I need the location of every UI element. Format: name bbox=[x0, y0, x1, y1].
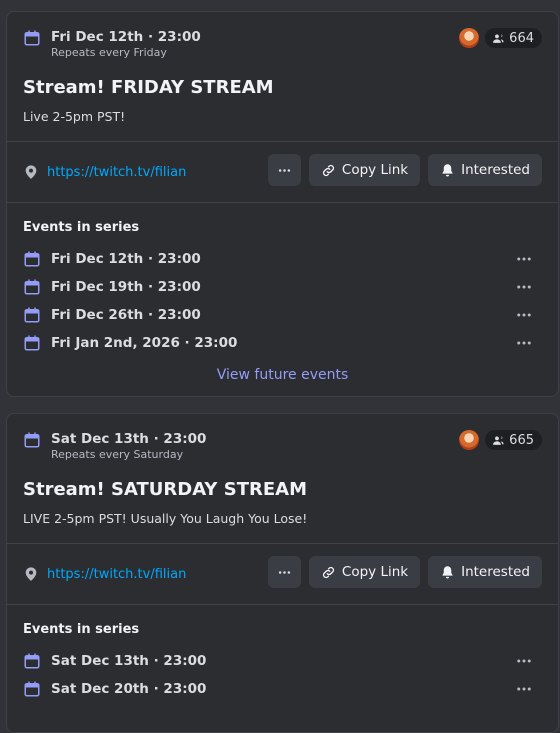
more-icon[interactable] bbox=[514, 306, 534, 324]
events-in-series: Events in series Sat Dec 13th · 23:00 Sa… bbox=[7, 605, 558, 703]
more-options-button[interactable] bbox=[267, 154, 301, 186]
series-event-date: Fri Dec 12th · 23:00 bbox=[51, 251, 201, 267]
more-options-button[interactable] bbox=[267, 556, 301, 588]
series-event-row[interactable]: Fri Dec 19th · 23:00 bbox=[23, 273, 542, 301]
more-icon[interactable] bbox=[514, 334, 534, 352]
copy-link-button[interactable]: Copy Link bbox=[308, 154, 421, 186]
people-icon bbox=[493, 435, 504, 445]
series-event-row[interactable]: Fri Jan 2nd, 2026 · 23:00 bbox=[23, 329, 542, 357]
series-title: Events in series bbox=[23, 220, 140, 235]
event-actions: https://twitch.tv/filian Copy Link Inter… bbox=[7, 544, 558, 604]
event-repeat: Repeats every Saturday bbox=[51, 448, 184, 461]
event-card-friday[interactable]: Fri Dec 12th · 23:00 Repeats every Frida… bbox=[6, 11, 559, 397]
more-icon[interactable] bbox=[514, 250, 534, 268]
interested-label: Interested bbox=[461, 564, 530, 580]
more-icon bbox=[278, 570, 291, 574]
copy-link-label: Copy Link bbox=[341, 162, 409, 178]
location-pin-icon bbox=[25, 165, 37, 179]
series-title: Events in series bbox=[23, 622, 140, 637]
more-icon[interactable] bbox=[514, 680, 534, 698]
event-title[interactable]: Stream! SATURDAY STREAM bbox=[23, 478, 542, 502]
series-event-date: Fri Dec 26th · 23:00 bbox=[51, 307, 201, 323]
series-event-row[interactable]: Fri Dec 12th · 23:00 bbox=[23, 245, 542, 273]
host-avatar[interactable] bbox=[459, 28, 480, 48]
interested-count: 665 bbox=[509, 432, 534, 448]
event-header: Fri Dec 12th · 23:00 Repeats every Frida… bbox=[7, 12, 558, 141]
calendar-icon bbox=[24, 30, 40, 46]
events-in-series: Events in series Fri Dec 12th · 23:00 Fr… bbox=[7, 203, 558, 385]
series-event-date: Fri Dec 19th · 23:00 bbox=[51, 279, 201, 295]
host-avatar[interactable] bbox=[459, 430, 480, 450]
interested-label: Interested bbox=[461, 162, 530, 178]
calendar-icon bbox=[24, 335, 40, 351]
series-event-row[interactable]: Fri Dec 26th · 23:00 bbox=[23, 301, 542, 329]
series-event-row[interactable]: Sat Dec 20th · 23:00 bbox=[23, 675, 542, 703]
series-event-date: Sat Dec 13th · 23:00 bbox=[51, 653, 207, 669]
event-description: Live 2-5pm PST! bbox=[23, 109, 126, 124]
event-title[interactable]: Stream! FRIDAY STREAM bbox=[23, 76, 542, 100]
calendar-icon bbox=[24, 681, 40, 697]
calendar-icon bbox=[24, 279, 40, 295]
interested-button[interactable]: Interested bbox=[428, 154, 542, 186]
interested-count: 664 bbox=[509, 30, 534, 46]
bell-icon bbox=[442, 163, 453, 176]
people-icon bbox=[493, 33, 504, 43]
interested-count-badge[interactable]: 664 bbox=[485, 28, 542, 48]
more-icon bbox=[278, 168, 291, 172]
interested-count-badge[interactable]: 665 bbox=[485, 430, 542, 450]
more-icon[interactable] bbox=[514, 278, 534, 296]
event-header: Sat Dec 13th · 23:00 Repeats every Satur… bbox=[7, 414, 558, 543]
copy-link-label: Copy Link bbox=[341, 564, 409, 580]
event-description: LIVE 2-5pm PST! Usually You Laugh You Lo… bbox=[23, 511, 308, 526]
event-date: Fri Dec 12th · 23:00 bbox=[51, 29, 201, 45]
location-link[interactable]: https://twitch.tv/filian bbox=[47, 567, 186, 582]
calendar-icon bbox=[24, 307, 40, 323]
event-card-saturday[interactable]: Sat Dec 13th · 23:00 Repeats every Satur… bbox=[6, 413, 559, 733]
event-repeat: Repeats every Friday bbox=[51, 46, 167, 59]
interested-button[interactable]: Interested bbox=[428, 556, 542, 588]
copy-link-button[interactable]: Copy Link bbox=[308, 556, 421, 588]
link-icon bbox=[322, 164, 334, 176]
event-actions: https://twitch.tv/filian Copy Link Inter… bbox=[7, 142, 558, 202]
series-event-row[interactable]: Sat Dec 13th · 23:00 bbox=[23, 647, 542, 675]
view-future-events-link[interactable]: View future events bbox=[23, 365, 542, 385]
location-link[interactable]: https://twitch.tv/filian bbox=[47, 165, 186, 180]
calendar-icon bbox=[24, 653, 40, 669]
series-event-date: Sat Dec 20th · 23:00 bbox=[51, 681, 207, 697]
event-date: Sat Dec 13th · 23:00 bbox=[51, 431, 207, 447]
series-event-date: Fri Jan 2nd, 2026 · 23:00 bbox=[51, 335, 238, 351]
more-icon[interactable] bbox=[514, 652, 534, 670]
calendar-icon bbox=[24, 251, 40, 267]
calendar-icon bbox=[24, 432, 40, 448]
link-icon bbox=[322, 566, 334, 578]
bell-icon bbox=[442, 565, 453, 578]
location-pin-icon bbox=[25, 567, 37, 581]
